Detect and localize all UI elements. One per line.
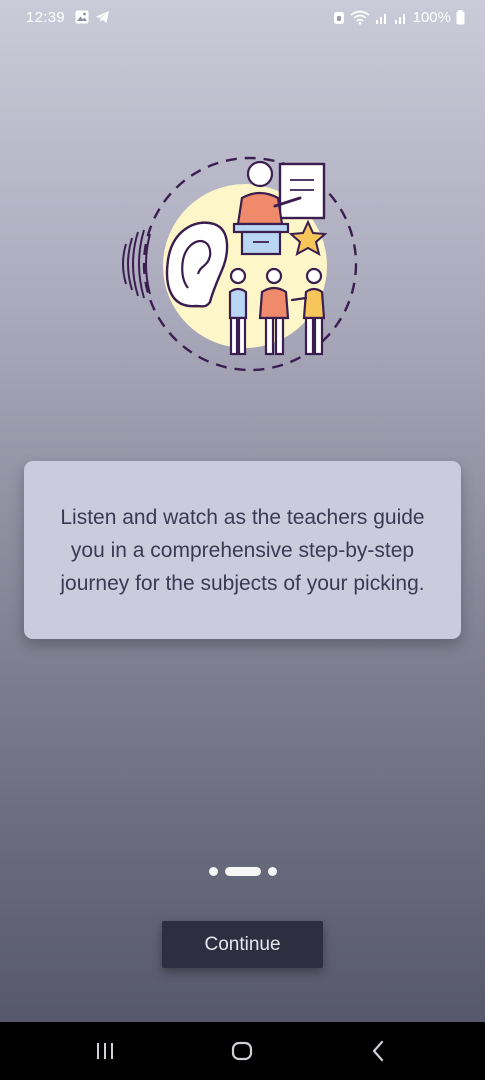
home-button[interactable]	[222, 1038, 262, 1064]
page-indicator	[0, 867, 485, 876]
recents-icon	[97, 1043, 113, 1059]
battery-icon	[456, 10, 465, 25]
page-dot-1	[208, 867, 218, 876]
battery-percent: 100%	[412, 9, 451, 26]
presentation-board-icon	[278, 162, 326, 220]
back-button[interactable]	[358, 1038, 398, 1064]
onboarding-message-card: Listen and watch as the teachers guide y…	[24, 461, 461, 639]
recents-button[interactable]	[85, 1038, 125, 1064]
wifi-icon	[350, 10, 370, 25]
status-left-icons	[75, 10, 110, 24]
gallery-icon	[75, 10, 89, 24]
onboarding-screen: 12:39 100% Listen and watch as the teach…	[0, 0, 485, 1080]
system-navigation-bar	[0, 1022, 485, 1080]
signal-icon	[394, 13, 405, 24]
home-icon	[231, 1041, 253, 1061]
nfc-icon	[333, 11, 344, 24]
status-time: 12:39	[26, 9, 66, 26]
continue-button[interactable]: Continue	[162, 921, 323, 968]
podium-icon	[232, 222, 290, 256]
page-dot-3	[267, 867, 277, 876]
page-dot-2-active	[224, 867, 261, 876]
onboarding-message: Listen and watch as the teachers guide y…	[60, 505, 425, 595]
back-icon	[372, 1040, 384, 1062]
status-right: 100%	[333, 9, 465, 26]
teacher-listening-illustration	[122, 156, 358, 372]
signal-icon	[375, 13, 386, 24]
status-bar: 12:39 100%	[0, 0, 485, 36]
telegram-icon	[96, 11, 109, 23]
